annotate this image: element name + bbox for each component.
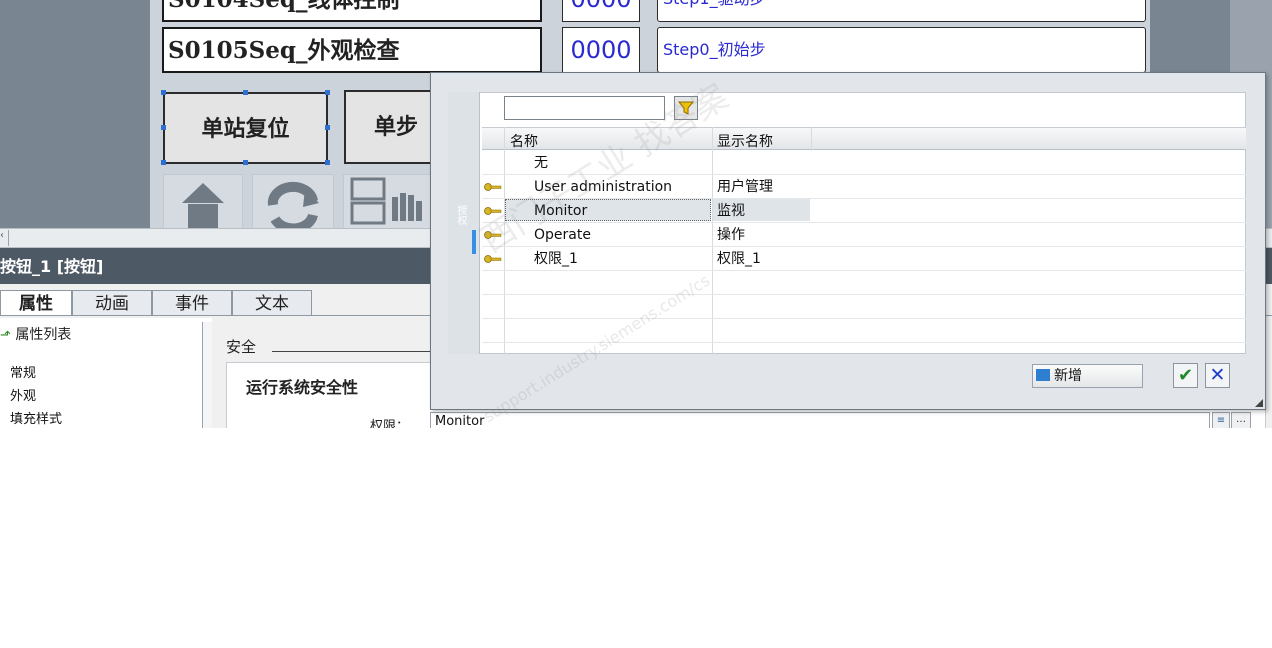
row-display-name: 操作 bbox=[717, 227, 745, 243]
selection-handle[interactable] bbox=[161, 125, 166, 130]
row-name: 无 bbox=[534, 155, 548, 171]
permission-field[interactable]: Monitor bbox=[430, 412, 1210, 428]
station-reset-button[interactable]: 单站复位 bbox=[163, 92, 328, 164]
table-row[interactable] bbox=[482, 151, 1246, 175]
selection-handle[interactable] bbox=[325, 160, 330, 165]
seq-label-s0105[interactable]: S0105Seq_外观检查 bbox=[162, 27, 542, 73]
object-title: 按钮_1 [按钮] bbox=[0, 257, 104, 276]
table-header bbox=[482, 127, 1246, 150]
runtime-security-title: 运行系统安全性 bbox=[246, 378, 359, 397]
side-strip-label: 授权 bbox=[455, 205, 466, 225]
row-display-name: 监视 bbox=[717, 203, 745, 219]
ok-button[interactable]: ✔ bbox=[1173, 363, 1198, 388]
refresh-icon bbox=[267, 181, 319, 234]
row-name: 权限_1 bbox=[534, 251, 578, 267]
property-item-general[interactable]: 常规 bbox=[10, 362, 36, 381]
column-header-name[interactable]: 名称 bbox=[510, 131, 538, 151]
tab-events[interactable]: 事件 bbox=[152, 290, 232, 316]
table-row[interactable] bbox=[482, 247, 1246, 271]
selection-handle[interactable] bbox=[243, 160, 248, 165]
property-list-icon: ⬏ bbox=[0, 328, 11, 343]
property-list-header[interactable]: ⬏ 属性列表 bbox=[0, 324, 71, 344]
row-name: User administration bbox=[534, 179, 673, 195]
selection-handle[interactable] bbox=[161, 90, 166, 95]
row-display-name: 用户管理 bbox=[717, 179, 773, 195]
key-icon bbox=[484, 183, 502, 191]
row-display-name: 权限_1 bbox=[717, 251, 761, 267]
chevron-left-icon[interactable]: ‹ bbox=[0, 230, 9, 246]
step-field-s0105[interactable]: Step0_初始步 bbox=[657, 27, 1146, 73]
row-name: Operate bbox=[534, 227, 591, 243]
add-new-button[interactable]: 新增 bbox=[1032, 364, 1143, 388]
section-divider bbox=[272, 351, 442, 352]
property-item-appearance[interactable]: 外观 bbox=[10, 385, 36, 404]
checkmark-icon: ✔ bbox=[1177, 365, 1194, 386]
tab-texts[interactable]: 文本 bbox=[232, 290, 312, 316]
row-name: Monitor bbox=[534, 203, 588, 219]
home-tile[interactable] bbox=[163, 174, 243, 230]
filter-icon[interactable] bbox=[674, 96, 698, 120]
list-icon[interactable]: ≡ bbox=[1212, 412, 1230, 428]
empty-row bbox=[482, 295, 1246, 319]
tab-animations[interactable]: 动画 bbox=[72, 290, 152, 316]
counter-top[interactable]: 0000 bbox=[562, 0, 640, 22]
add-new-label: 新增 bbox=[1054, 368, 1082, 384]
counter-s0105[interactable]: 0000 bbox=[562, 27, 640, 73]
key-icon bbox=[484, 207, 502, 215]
manual-mode-tile[interactable] bbox=[343, 174, 431, 230]
column-divider bbox=[811, 127, 812, 151]
side-strip-marker bbox=[472, 230, 476, 254]
manual-hand-icon bbox=[350, 177, 422, 225]
cancel-button[interactable]: ✕ bbox=[1205, 363, 1230, 388]
empty-row bbox=[482, 319, 1246, 343]
selection-handle[interactable] bbox=[243, 90, 248, 95]
tab-properties[interactable]: 属性 bbox=[0, 290, 72, 316]
property-list-scrollbar[interactable] bbox=[202, 322, 212, 428]
filter-input[interactable] bbox=[504, 96, 665, 120]
key-icon bbox=[484, 255, 502, 263]
selection-handle[interactable] bbox=[325, 125, 330, 130]
resize-grip-icon[interactable] bbox=[1255, 399, 1263, 407]
refresh-tile[interactable] bbox=[252, 174, 334, 234]
key-icon bbox=[484, 231, 502, 239]
property-list-label: 属性列表 bbox=[15, 327, 72, 343]
table-row[interactable] bbox=[482, 223, 1246, 247]
seq-label-top[interactable]: S0104Seq_线体控制 bbox=[162, 0, 542, 22]
step-field-top[interactable]: Step1_驱动步 bbox=[657, 0, 1146, 22]
column-header-display-name[interactable]: 显示名称 bbox=[717, 131, 773, 151]
more-icon[interactable]: … bbox=[1231, 412, 1251, 428]
empty-row bbox=[482, 271, 1246, 295]
property-list-pane: ⬏ 属性列表 常规 外观 填充样式 bbox=[0, 318, 212, 428]
screenshot-area: S0104Seq_线体控制 0000 Step1_驱动步 S0105Seq_外观… bbox=[0, 0, 1272, 428]
close-icon: ✕ bbox=[1209, 364, 1226, 386]
table-row-selected[interactable] bbox=[482, 199, 1246, 223]
property-item-fill-style[interactable]: 填充样式 bbox=[10, 408, 62, 427]
section-security-label: 安全 bbox=[226, 338, 257, 356]
permission-label: 权限： bbox=[370, 419, 410, 428]
selection-handle[interactable] bbox=[325, 90, 330, 95]
selection-handle[interactable] bbox=[161, 160, 166, 165]
home-icon bbox=[182, 183, 224, 230]
add-new-icon bbox=[1036, 369, 1050, 381]
